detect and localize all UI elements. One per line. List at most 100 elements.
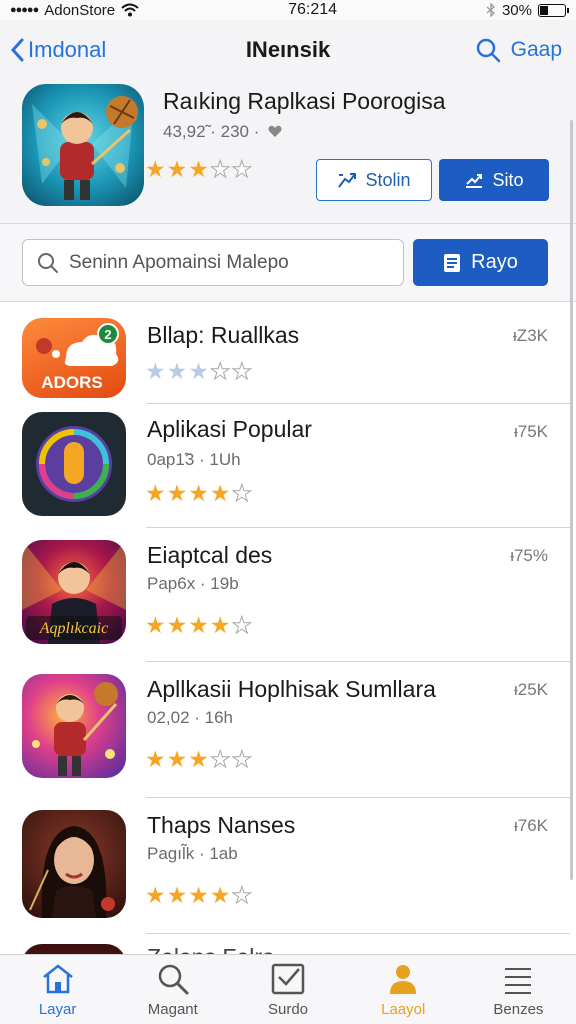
rayo-button[interactable]: Rayo — [413, 239, 548, 286]
app-meta: Pagıl̃k · 1ab — [147, 844, 238, 863]
star-filled-icon: ★ — [209, 882, 231, 908]
app-icon-hoplhisak — [22, 674, 126, 778]
app-name: Thaps Nanses — [147, 812, 296, 838]
tab-layar[interactable]: Layar — [0, 955, 115, 1024]
star-filled-icon: ★ — [209, 480, 231, 506]
tab-label: Laayol — [381, 1001, 426, 1018]
app-meta: 02,02 · 16h — [147, 708, 234, 727]
app-meta: Pap6x · 19b — [147, 574, 239, 593]
back-button[interactable]: Imdonal — [10, 37, 106, 63]
featured-app: Raıking Raplkasi Poorogisa 43,92̃ · 230 … — [0, 78, 576, 224]
ring-logo-icon — [36, 426, 112, 502]
star-filled-icon: ★ — [166, 156, 188, 182]
app-icon-popular — [22, 412, 126, 516]
list-item[interactable]: Zelaps Felro — [0, 934, 576, 954]
search-row: Seninn Apomainsi Malepo Rayo — [0, 224, 576, 302]
star-empty-icon: ★ — [231, 156, 253, 182]
featured-app-icon[interactable] — [22, 84, 144, 206]
star-empty-icon: ★ — [231, 612, 253, 638]
share-icon — [338, 173, 357, 188]
back-label: Imdonal — [28, 37, 107, 62]
app-count: ᵻ75% — [510, 546, 548, 565]
featured-app-meta: 43,92̃ · 230 · — [163, 122, 260, 141]
person-icon — [390, 965, 417, 994]
tab-label: Benzes — [493, 1001, 544, 1018]
rayo-button-label: Rayo — [471, 251, 518, 273]
app-icon-eiaptcal: Aqplıkcaic — [22, 540, 126, 644]
star-filled-icon: ★ — [145, 480, 166, 506]
search-input[interactable]: Seninn Apomainsi Malepo — [22, 239, 404, 286]
rating-stars: ★ ★ ★ ★ ★ — [145, 480, 253, 506]
app-count: ᵻ76K — [513, 816, 548, 835]
portrait-artwork-icon: Aqplıkcaic — [22, 540, 126, 644]
badge-count: 2 — [104, 327, 111, 342]
stolin-button-label: Stolin — [365, 169, 411, 190]
search-placeholder: Seninn Apomainsi Malepo — [69, 251, 289, 273]
chevron-left-icon — [10, 38, 24, 62]
list-item[interactable]: 2 ADORS Bllap: Ruallkas ᵻZ3K ★ ★ ★ ★ ★ — [0, 302, 576, 404]
battery-icon — [538, 3, 569, 17]
nav-bar: Imdonal INeınsik Gaap — [0, 22, 576, 78]
carrier-label: AdonStore — [44, 1, 116, 19]
app-name: Zelaps Felro — [147, 944, 275, 954]
star-filled-icon: ★ — [188, 358, 209, 384]
sito-button[interactable]: Sito — [439, 159, 549, 201]
star-filled-icon: ★ — [188, 480, 209, 506]
star-filled-icon: ★ — [188, 882, 209, 908]
list-item[interactable]: Apllkasii Hoplhisak Sumllara 02,02 · 16h… — [0, 662, 576, 798]
star-empty-icon: ★ — [209, 358, 231, 384]
featured-app-subtitle: 43,92̃ · 230 · — [163, 122, 282, 142]
status-bar: ●●●●● AdonStore 76:214 30% — [0, 0, 576, 20]
app-name: Apllkasii Hoplhisak Sumllara — [147, 676, 436, 702]
document-icon — [444, 253, 461, 272]
tab-magant[interactable]: Magant — [115, 955, 230, 1024]
status-left: ●●●●● AdonStore — [10, 2, 139, 19]
star-filled-icon: ★ — [145, 612, 166, 638]
tab-surdo[interactable]: Surdo — [230, 955, 345, 1024]
status-right: 30% — [486, 1, 569, 19]
rating-stars: ★ ★ ★ ★ ★ — [145, 358, 253, 384]
app-count: ᵻ75K — [513, 422, 548, 441]
app-count: ᵻ25K — [513, 680, 548, 699]
list-item[interactable]: Thaps Nanses Pagıl̃k · 1ab ᵻ76K ★ ★ ★ ★ ★ — [0, 798, 576, 934]
star-filled-icon: ★ — [166, 746, 188, 772]
hero-artwork-icon — [32, 96, 138, 200]
nav-right-label: Gaap — [510, 38, 562, 61]
app-meta: 0ap1̃3 · 1Uh — [147, 450, 241, 469]
star-empty-icon: ★ — [231, 358, 253, 384]
scrollbar[interactable] — [570, 120, 573, 880]
rating-stars: ★ ★ ★ ★ ★ — [145, 746, 253, 772]
star-filled-icon: ★ — [188, 746, 209, 772]
star-filled-icon: ★ — [145, 882, 166, 908]
hero-artwork-icon — [32, 682, 118, 776]
star-filled-icon: ★ — [188, 156, 209, 182]
sito-button-label: Sito — [492, 169, 524, 190]
app-count: ᵻZ3K — [513, 326, 548, 345]
list-icon — [505, 968, 532, 994]
tab-label: Layar — [38, 1001, 77, 1018]
icon-lettering: ADORS — [41, 373, 102, 392]
wifi-icon — [121, 3, 139, 17]
stolin-button[interactable]: Stolin — [316, 159, 432, 201]
checkbox-icon — [271, 963, 305, 995]
portrait-artwork-icon — [29, 826, 115, 918]
bluetooth-icon — [486, 3, 495, 17]
cloud-icon: 2 ADORS — [36, 323, 119, 392]
house-icon — [42, 964, 73, 994]
tab-laayol[interactable]: Laayol — [346, 955, 461, 1024]
signal-dots-icon: ●●●●● — [10, 4, 39, 16]
heart-icon — [268, 125, 282, 137]
star-filled-icon: ★ — [209, 612, 231, 638]
featured-app-title: Raıking Raplkasi Poorogisa — [163, 88, 446, 114]
tab-label: Surdo — [267, 1001, 309, 1018]
app-icon-adors: 2 ADORS — [22, 318, 126, 398]
battery-percent: 30% — [501, 1, 532, 19]
app-name: Aplikasi Popular — [147, 416, 312, 442]
list-item[interactable]: Aqplıkcaic Eiaptcal des Pap6x · 19b ᵻ75%… — [0, 528, 576, 662]
list-item[interactable]: Aplikasi Popular 0ap1̃3 · 1Uh ᵻ75K ★ ★ ★ ★ ★ — [0, 404, 576, 528]
status-time: 76:214 — [288, 1, 338, 18]
search-nav-button[interactable]: Gaap — [475, 37, 562, 63]
tab-benzes[interactable]: Benzes — [461, 955, 576, 1024]
chart-up-icon — [466, 174, 483, 188]
tab-label: Magant — [147, 1001, 198, 1018]
